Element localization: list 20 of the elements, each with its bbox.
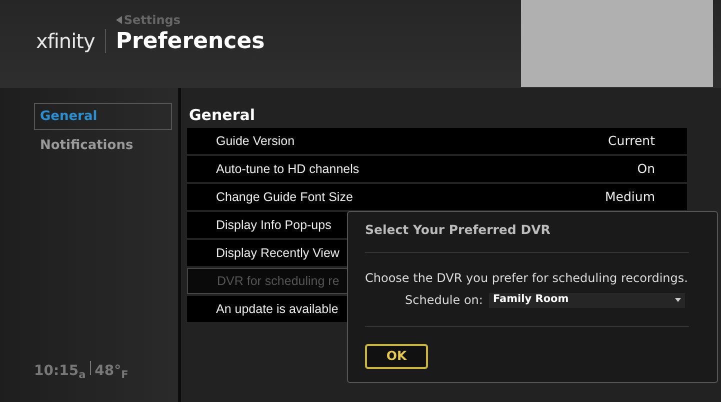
back-arrow-icon[interactable] (116, 16, 122, 24)
section-title: General (188, 105, 256, 126)
setting-value: On (637, 160, 655, 178)
setting-row[interactable]: Auto-tune to HD channels On (187, 156, 687, 182)
setting-row[interactable]: Guide Version Current (187, 128, 687, 154)
dialog-title: Select Your Preferred DVR (365, 221, 552, 239)
ok-button[interactable]: OK (365, 344, 428, 369)
setting-row[interactable]: Change Guide Font Size Medium (187, 184, 687, 210)
schedule-label: Schedule on: (405, 292, 483, 309)
dvr-dropdown[interactable]: Family Room (488, 292, 685, 308)
caret-icon (674, 298, 681, 302)
logo: xfinity (36, 28, 95, 55)
temperature: 48°$_{F}$ (94, 362, 128, 382)
sidebar-item[interactable]: Notifications (34, 132, 172, 159)
setting-value: Current (608, 132, 655, 150)
sidebar-item[interactable]: General (34, 103, 172, 130)
dialog-message: Choose the DVR you prefer for scheduling recordings. (365, 270, 689, 287)
page-title: Preferences (116, 29, 265, 55)
clock: 10:15$_{a}$ (34, 362, 86, 382)
setting-value: Medium (605, 188, 655, 206)
